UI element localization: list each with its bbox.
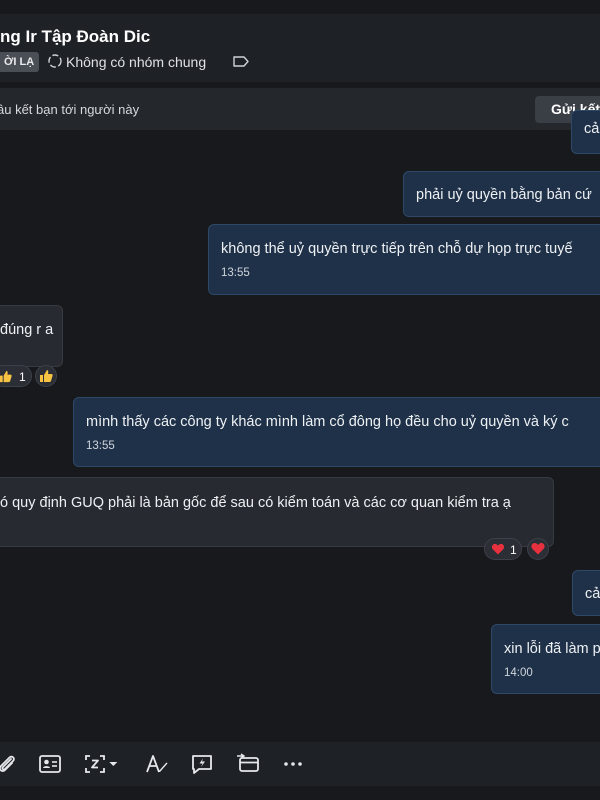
- common-groups-text[interactable]: Không có nhóm chung: [66, 54, 206, 70]
- heart-icon: [531, 542, 545, 555]
- heart-icon: [491, 543, 505, 555]
- message-bubble[interactable]: ó quy định GUQ phải là bản gốc để sau có…: [0, 477, 554, 547]
- message-text: đúng r a: [0, 322, 54, 338]
- message-time: 13:55: [221, 267, 250, 279]
- reaction-summary[interactable]: 1: [0, 365, 32, 387]
- message-bubble[interactable]: phải uỷ quyền bằng bản cứ: [403, 171, 600, 217]
- dropdown-arrow-icon[interactable]: [108, 753, 124, 775]
- more-icon[interactable]: [281, 753, 305, 775]
- add-reaction-button[interactable]: [35, 365, 57, 387]
- message-text: xin lỗi đã làm p: [504, 641, 600, 657]
- add-reaction-button[interactable]: [527, 538, 549, 560]
- message-bubble[interactable]: xin lỗi đã làm p 14:00: [491, 624, 600, 694]
- message-text: cả: [585, 586, 600, 602]
- message-bubble[interactable]: cả: [572, 570, 600, 616]
- reaction-count: 1: [510, 543, 517, 557]
- message-bubble[interactable]: đúng r a: [0, 305, 63, 367]
- message-bubble[interactable]: cả: [571, 110, 600, 154]
- chat-header: ng Ir Tập Đoàn Dic ỜI LẠ Không có nhóm c…: [0, 14, 600, 82]
- message-text: phải uỷ quyền bằng bản cứ: [416, 187, 592, 203]
- screenshot-icon[interactable]: [83, 753, 107, 775]
- message-text: ó quy định GUQ phải là bản gốc để sau có…: [0, 495, 511, 511]
- tag-icon[interactable]: [232, 54, 250, 69]
- thumbs-up-icon: [40, 370, 53, 382]
- message-time: 13:55: [86, 440, 115, 452]
- attach-icon[interactable]: [0, 753, 18, 775]
- message-text: cả: [584, 121, 600, 137]
- thumbs-up-icon: [0, 370, 12, 383]
- stranger-badge: ỜI LẠ: [0, 52, 40, 72]
- chat-title[interactable]: ng Ir Tập Đoàn Dic: [0, 27, 150, 47]
- message-text: mình thấy các công ty khác mình làm cổ đ…: [86, 414, 569, 430]
- quick-message-icon[interactable]: [190, 753, 214, 775]
- composer-toolbar: [0, 742, 600, 786]
- reaction-summary[interactable]: 1: [484, 538, 522, 560]
- contact-card-icon[interactable]: [38, 753, 62, 775]
- friend-request-bar: âu kết bạn tới người này Gửi kết: [0, 88, 600, 130]
- composer-input-area[interactable]: [0, 786, 600, 800]
- friend-request-text: âu kết bạn tới người này: [0, 102, 140, 117]
- reaction-count: 1: [19, 370, 26, 384]
- message-bubble[interactable]: không thể uỷ quyền trực tiếp trên chỗ dự…: [208, 224, 600, 295]
- message-bubble[interactable]: mình thấy các công ty khác mình làm cổ đ…: [73, 397, 600, 467]
- message-text: không thể uỷ quyền trực tiếp trên chỗ dự…: [221, 241, 573, 257]
- message-time: 14:00: [504, 667, 533, 679]
- text-format-icon[interactable]: [145, 753, 169, 775]
- group-icon: [48, 54, 62, 68]
- card-transfer-icon[interactable]: [236, 753, 260, 775]
